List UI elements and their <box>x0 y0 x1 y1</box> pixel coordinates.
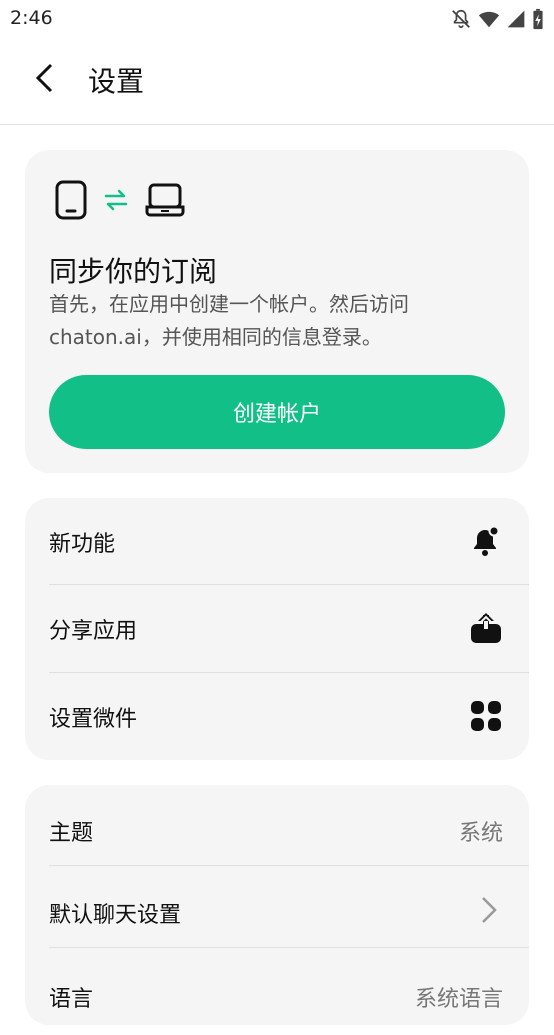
menu-item-label: 设置微件 <box>49 707 138 732</box>
menu-card: 新功能 分享应用 设置微件 <box>25 498 529 760</box>
phone-icon <box>55 180 87 224</box>
setting-label: 主题 <box>49 821 94 846</box>
settings-card: 主题 系统 默认聊天设置 语言 系统语言 <box>25 785 529 1025</box>
sync-description: 首先，在应用中创建一个帐户。然后访问chaton.ai，并使用相同的信息登录。 <box>49 292 409 349</box>
setting-theme[interactable]: 主题 系统 <box>25 787 529 869</box>
widgets-icon <box>469 699 503 733</box>
setting-label: 语言 <box>49 987 94 1012</box>
setting-value: 系统语言 <box>414 987 503 1012</box>
swap-icon <box>103 187 129 217</box>
back-arrow-icon <box>33 63 55 97</box>
divider <box>49 865 529 866</box>
sync-title: 同步你的订阅 <box>49 255 218 288</box>
setting-label: 默认聊天设置 <box>49 903 182 928</box>
bell-badge-icon <box>469 524 503 558</box>
battery-charging-icon <box>532 8 544 34</box>
sync-icons <box>55 180 185 224</box>
setting-default-chat[interactable]: 默认聊天设置 <box>25 869 529 951</box>
menu-item-new-features[interactable]: 新功能 <box>25 498 529 584</box>
back-button[interactable] <box>22 58 66 102</box>
create-account-button[interactable]: 创建帐户 <box>49 375 505 449</box>
status-bar: 2:46 <box>0 0 554 38</box>
divider <box>49 947 529 948</box>
menu-item-widgets[interactable]: 设置微件 <box>25 673 529 759</box>
cellular-signal-icon <box>506 9 526 33</box>
notifications-off-icon <box>450 8 472 34</box>
laptop-icon <box>145 182 185 222</box>
sync-card: 同步你的订阅 首先，在应用中创建一个帐户。然后访问chaton.ai，并使用相同… <box>25 150 529 473</box>
share-icon <box>469 611 503 645</box>
app-bar: 设置 <box>0 38 554 125</box>
setting-language[interactable]: 语言 系统语言 <box>25 953 529 1035</box>
setting-value: 系统 <box>458 821 503 846</box>
menu-item-share-app[interactable]: 分享应用 <box>25 585 529 671</box>
wifi-icon <box>478 8 500 34</box>
menu-item-label: 新功能 <box>49 532 116 557</box>
status-time: 2:46 <box>10 7 53 29</box>
chevron-right-icon <box>479 895 499 929</box>
menu-item-label: 分享应用 <box>49 619 138 644</box>
page-title: 设置 <box>88 65 145 98</box>
status-icons <box>450 8 544 34</box>
